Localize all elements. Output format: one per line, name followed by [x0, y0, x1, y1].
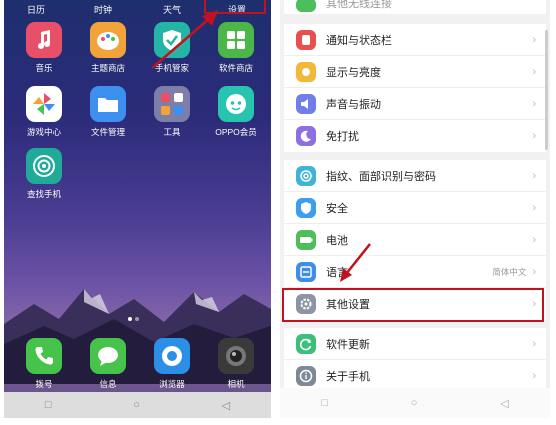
chevron-right-icon: › — [532, 97, 536, 110]
dock: 拨号 信息 浏览器 相机 — [4, 330, 271, 392]
chevron-right-icon: › — [532, 65, 536, 78]
tools-folder-icon — [154, 86, 190, 122]
phone-icon — [26, 338, 62, 374]
home-button[interactable]: ○ — [411, 397, 418, 409]
app-file-manager[interactable]: 文件管理 — [80, 86, 136, 138]
music-note-icon — [26, 22, 62, 58]
settings-row-label: 通知与状态栏 — [326, 34, 392, 47]
settings-row-label: 安全 — [326, 202, 348, 215]
pointer-arrow-right — [340, 243, 371, 282]
page-indicator — [126, 308, 140, 326]
chevron-right-icon: › — [532, 337, 536, 350]
settings-row-label: 指纹、面部识别与密码 — [326, 170, 436, 183]
app-oppo-member[interactable]: OPPO会员 — [208, 86, 264, 138]
robot-face-icon — [218, 86, 254, 122]
recents-button[interactable]: □ — [45, 399, 52, 411]
dock-dialer[interactable]: 拨号 — [16, 338, 72, 390]
chevron-right-icon: › — [532, 201, 536, 214]
back-button[interactable]: ◁ — [222, 399, 230, 412]
fingerprint-icon — [296, 165, 316, 186]
settings-row-label: 显示与亮度 — [326, 66, 381, 79]
pinwheel-icon — [26, 86, 62, 122]
sound-icon — [296, 93, 316, 114]
moon-icon — [296, 126, 316, 146]
chevron-right-icon: › — [532, 370, 536, 382]
notification-icon — [296, 29, 316, 50]
dock-messages[interactable]: 信息 — [80, 338, 136, 390]
settings-row-do-not-disturb[interactable]: 免打扰 › — [284, 120, 546, 152]
settings-group-1: 通知与状态栏 › 显示与亮度 › 声音与振动 › 免打扰 › — [284, 24, 546, 152]
settings-row-label: 声音与振动 — [326, 98, 381, 111]
app-label: 主题商店 — [90, 63, 125, 73]
folder-icon — [90, 86, 126, 122]
chevron-right-icon: › — [532, 169, 536, 182]
settings-group-top: 其他无线连接 — [284, 0, 546, 14]
language-icon — [296, 261, 316, 282]
update-icon — [296, 333, 316, 354]
app-label: 拨号 — [35, 379, 53, 389]
message-bubble-icon — [90, 338, 126, 374]
display-icon — [296, 61, 316, 82]
app-music[interactable]: 音乐 — [16, 22, 72, 74]
browser-icon — [154, 338, 190, 374]
navigation-bar: □ ○ ◁ — [280, 388, 550, 418]
language-value: 简体中文 — [492, 266, 527, 277]
info-icon — [296, 366, 316, 386]
app-label: 相机 — [227, 379, 245, 389]
app-find-phone[interactable]: 查找手机 — [16, 148, 72, 200]
settings-row-label: 免打扰 — [326, 131, 359, 143]
settings-row-label: 其他无线连接 — [326, 0, 392, 10]
navigation-bar: □ ○ ◁ — [4, 392, 271, 418]
chevron-right-icon: › — [532, 33, 536, 46]
palette-icon — [90, 22, 126, 58]
settings-row-battery[interactable]: 电池 › — [284, 224, 546, 256]
battery-icon — [296, 229, 316, 250]
chevron-right-icon: › — [532, 130, 536, 142]
dock-camera[interactable]: 相机 — [208, 338, 264, 390]
settings-row-other-wireless[interactable]: 其他无线连接 — [284, 0, 546, 14]
settings-row-software-update[interactable]: 软件更新 › — [284, 328, 546, 360]
top-label-calendar[interactable]: 日历 — [11, 3, 61, 16]
dock-browser[interactable]: 浏览器 — [144, 338, 200, 390]
top-label-clock[interactable]: 时钟 — [78, 3, 128, 16]
settings-row-sound[interactable]: 声音与振动 › — [284, 88, 546, 120]
settings-group-3: 软件更新 › 关于手机 › — [284, 328, 546, 392]
camera-icon — [218, 338, 254, 374]
recents-button[interactable]: □ — [321, 397, 328, 409]
other-settings-highlight-box — [282, 288, 544, 322]
home-button[interactable]: ○ — [133, 399, 140, 411]
settings-row-language[interactable]: 语言 简体中文 › — [284, 256, 546, 288]
app-label: 浏览器 — [159, 379, 185, 389]
app-label: 查找手机 — [26, 189, 61, 199]
app-label: 音乐 — [35, 63, 53, 73]
back-button[interactable]: ◁ — [500, 397, 508, 410]
settings-row-notifications[interactable]: 通知与状态栏 › — [284, 24, 546, 56]
pointer-arrow-left — [151, 10, 218, 69]
app-label: 文件管理 — [90, 127, 125, 137]
settings-row-fingerprint[interactable]: 指纹、面部识别与密码 › — [284, 160, 546, 192]
chevron-right-icon: › — [532, 265, 536, 278]
settings-screen: 其他无线连接 通知与状态栏 › 显示与亮度 › 声音与振动 › 免打扰 › 指纹… — [280, 0, 550, 418]
app-game-center[interactable]: 游戏中心 — [16, 86, 72, 138]
radar-icon — [26, 148, 62, 184]
settings-row-label: 关于手机 — [326, 371, 370, 383]
settings-row-security[interactable]: 安全 › — [284, 192, 546, 224]
security-shield-icon — [296, 197, 316, 218]
scrollbar[interactable] — [545, 30, 548, 150]
app-label: OPPO会员 — [215, 127, 257, 137]
wireless-icon — [296, 0, 316, 12]
settings-row-display[interactable]: 显示与亮度 › — [284, 56, 546, 88]
settings-row-label: 软件更新 — [326, 338, 370, 351]
app-label: 信息 — [99, 379, 117, 389]
screenshot-root: 日历 时钟 天气 设置 音乐 主题商店 手机管家 软件商店 游戏中心 文件管理 … — [0, 0, 556, 425]
app-label: 工具 — [163, 127, 181, 137]
app-theme-store[interactable]: 主题商店 — [80, 22, 136, 74]
chevron-right-icon: › — [532, 233, 536, 246]
app-label: 游戏中心 — [26, 127, 61, 137]
app-tools[interactable]: 工具 — [144, 86, 200, 138]
